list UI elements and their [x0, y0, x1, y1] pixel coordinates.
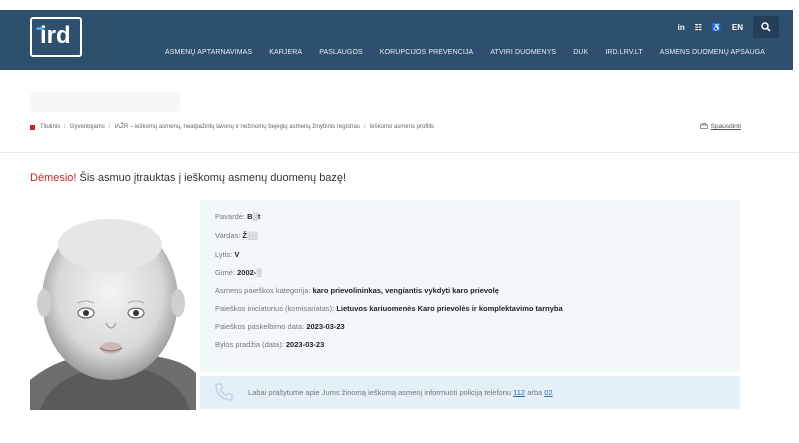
surname-label: Pavardė:	[215, 212, 246, 221]
nav-paslaugos[interactable]: PASLAUGOS	[319, 49, 363, 56]
print-label: Spausdinti	[710, 123, 741, 130]
contact-message: Labai prašytume apie Jums žinomą ieškomą…	[248, 388, 555, 397]
breadcrumb-item-gyventojams[interactable]: Gyventojams	[70, 124, 105, 130]
logo-text: ird	[40, 22, 71, 49]
title-text: Šis asmuo įtrauktas į ieškomų asmenų duo…	[76, 172, 347, 184]
accessibility-icon[interactable]: ♿	[712, 23, 722, 32]
home-icon[interactable]	[30, 124, 35, 130]
profile-name: Vardas: Ž░░	[215, 231, 258, 240]
page-title: Dėmesio! Šis asmuo įtrauktas į ieškomų a…	[30, 172, 346, 184]
profile-initiator: Paieškos iniciatorius (komisariatas): Li…	[215, 304, 563, 313]
announced-label: Paieškos paskelbimo data:	[215, 322, 305, 331]
case-label: Bylos pradžia (data):	[215, 340, 284, 349]
phone-link-02[interactable]: 02	[544, 388, 552, 397]
profile-gender: Lytis: V	[215, 250, 239, 259]
initiator-value: Lietuvos kariuomenės Karo prievolės ir k…	[336, 304, 563, 313]
search-button[interactable]	[753, 16, 779, 38]
nav-atviri-duomenys[interactable]: ATVIRI DUOMENYS	[490, 49, 556, 56]
profile-surname: Pavardė: B░t	[215, 212, 260, 221]
birth-value: 2002-░	[237, 268, 262, 277]
profile-announced: Paieškos paskelbimo data: 2023-03-23	[215, 322, 345, 331]
breadcrumb-separator: /	[108, 124, 111, 130]
name-label: Vardas:	[215, 231, 241, 240]
birth-label: Gimė:	[215, 268, 236, 277]
profile-category: Asmens paieškos kategorija: karo prievol…	[215, 286, 499, 295]
main-nav: ASMENŲ APTARNAVIMAS KARJERA PASLAUGOS KO…	[165, 49, 782, 56]
profile-panel: Pavardė: B░t Vardas: Ž░░ Lytis: V Gimė: …	[200, 200, 740, 372]
language-switch[interactable]: EN	[732, 23, 743, 32]
nav-asmens-duomenu-apsauga[interactable]: ASMENS DUOMENŲ APSAUGA	[660, 49, 765, 56]
gender-value: V	[234, 250, 240, 259]
contact-callout: Labai prašytume apie Jums žinomą ieškomą…	[200, 376, 740, 409]
phone-link-112[interactable]: 112	[513, 388, 525, 397]
warning-label: Dėmesio!	[30, 172, 77, 184]
gender-label: Lytis:	[215, 250, 233, 259]
breadcrumb-item-registry[interactable]: IAŽR – ieškomų asmenų, neatpažintų lavon…	[114, 124, 359, 130]
person-photo	[30, 205, 196, 410]
category-label: Asmens paieškos kategorija:	[215, 286, 311, 295]
profile-case-start: Bylos pradžia (data): 2023-03-23	[215, 340, 324, 349]
logo-dots-icon: •••	[36, 24, 44, 35]
breadcrumb-separator: /	[363, 124, 366, 130]
case-value: 2023-03-23	[285, 340, 325, 349]
linkedin-icon[interactable]: in	[678, 23, 685, 32]
category-value: karo prievolininkas, vengiantis vykdyti …	[312, 286, 499, 295]
breadcrumb-item-current: Ieškomo asmens profilis	[369, 124, 434, 130]
name-value: Ž░░	[242, 231, 258, 240]
nav-ird-lrv-lt[interactable]: IRD.LRV.LT	[605, 49, 642, 56]
contact-text: Labai prašytume apie Jums žinomą ieškomą…	[248, 388, 514, 397]
print-button[interactable]: Spausdinti	[699, 123, 741, 130]
ird-logo[interactable]: ••• ird	[30, 17, 82, 57]
blurred-banner	[30, 92, 180, 112]
nav-karjera[interactable]: KARJERA	[269, 49, 302, 56]
breadcrumb-separator: /	[64, 124, 66, 130]
search-icon	[761, 22, 771, 32]
profile-birth: Gimė: 2002-░	[215, 268, 262, 277]
surname-value: B░t	[247, 212, 261, 221]
announced-value: 2023-03-23	[306, 322, 345, 331]
breadcrumb: Titulinis / Gyventojams / IAŽR – ieškomų…	[30, 124, 434, 130]
contact-end: .	[552, 388, 555, 397]
contact-or: arba	[525, 388, 545, 397]
nav-korupcijos-prevencija[interactable]: KORUPCIJOS PREVENCIJA	[380, 49, 474, 56]
initiator-label: Paieškos iniciatorius (komisariatas):	[215, 304, 335, 313]
phone-icon	[215, 383, 233, 401]
printer-icon	[699, 123, 708, 129]
breadcrumb-item-home[interactable]: Titulinis	[40, 124, 60, 130]
sitemap-icon[interactable]: ☷	[695, 23, 702, 32]
divider	[0, 152, 799, 153]
utility-bar: in ☷ ♿ EN	[678, 16, 779, 38]
nav-asmenu-aptarnavimas[interactable]: ASMENŲ APTARNAVIMAS	[165, 49, 252, 56]
site-header: ••• ird in ☷ ♿ EN ASMENŲ APTARNAVIMAS KA…	[0, 10, 793, 70]
nav-duk[interactable]: DUK	[573, 49, 588, 56]
